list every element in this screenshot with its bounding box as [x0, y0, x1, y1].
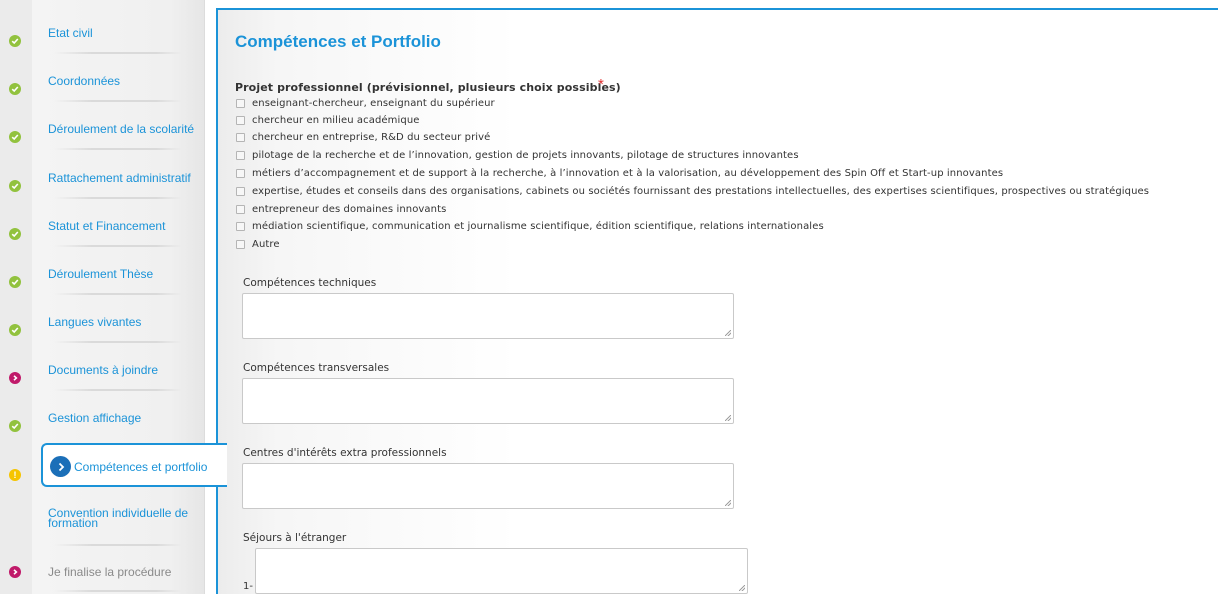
error-arrow-icon	[9, 372, 21, 384]
sidebar-item-finalise[interactable]: Je finalise la procédure	[32, 565, 204, 615]
divider	[54, 52, 182, 54]
option-label: chercheur en entreprise, R&D du secteur …	[252, 131, 491, 143]
technical-skills-label: Compétences techniques	[243, 277, 377, 289]
option-label: entrepreneur des domaines innovants	[252, 203, 447, 215]
option-expertise[interactable]: expertise, études et conseils dans des o…	[236, 184, 1149, 198]
check-icon	[9, 83, 21, 95]
divider	[54, 544, 182, 546]
option-mediation[interactable]: médiation scientifique, communication et…	[236, 219, 824, 233]
technical-skills-textarea[interactable]	[242, 293, 734, 339]
option-metiers-accompagnement[interactable]: métiers d’accompagnement et de support à…	[236, 166, 1003, 180]
resize-handle[interactable]	[725, 415, 731, 421]
sidebar-item-coordonnees[interactable]: Coordonnées	[32, 74, 204, 124]
stays-abroad-textarea[interactable]	[255, 548, 748, 594]
sidebar-item-langues[interactable]: Langues vivantes	[32, 315, 204, 365]
sidebar-item-scolarite[interactable]: Déroulement de la scolarité	[32, 122, 204, 172]
sidebar-item-label: Compétences et portfolio	[74, 460, 208, 474]
sidebar-item-convention[interactable]: Convention individuelle de formation	[32, 506, 204, 556]
divider	[54, 148, 182, 150]
sidebar-item-these[interactable]: Déroulement Thèse	[32, 267, 204, 317]
checkbox[interactable]	[236, 239, 245, 249]
required-marker: *	[598, 76, 604, 93]
option-label: enseignant-chercheur, enseignant du supé…	[252, 97, 495, 109]
option-pilotage[interactable]: pilotage de la recherche et de l’innovat…	[236, 148, 799, 162]
option-label: médiation scientifique, communication et…	[252, 220, 824, 232]
transversal-skills-label: Compétences transversales	[243, 362, 390, 374]
page-title: Compétences et Portfolio	[235, 32, 441, 51]
stays-abroad-label: Séjours à l'étranger	[243, 532, 347, 544]
check-icon	[9, 228, 21, 240]
resize-handle[interactable]	[725, 500, 731, 506]
check-icon	[9, 35, 21, 47]
sidebar-item-label: Gestion affichage	[48, 411, 142, 425]
transversal-skills-textarea[interactable]	[242, 378, 734, 424]
chevron-right-icon	[50, 456, 71, 477]
interests-label: Centres d'intérêts extra professionnels	[243, 447, 447, 459]
sidebar-item-label: Langues vivantes	[48, 315, 142, 329]
sidebar-item-label: Déroulement de la scolarité	[48, 122, 195, 136]
option-enseignant-chercheur[interactable]: enseignant-chercheur, enseignant du supé…	[236, 96, 495, 110]
checkbox[interactable]	[236, 186, 245, 196]
divider	[54, 293, 182, 295]
sidebar-item-rattachement[interactable]: Rattachement administratif	[32, 171, 204, 221]
option-label: pilotage de la recherche et de l’innovat…	[252, 149, 799, 161]
option-label: Autre	[252, 238, 280, 250]
option-chercheur-academique[interactable]: chercheur en milieu académique	[236, 113, 420, 127]
stay-index: 1-	[243, 581, 253, 592]
checkbox[interactable]	[236, 115, 245, 125]
status-column: !	[0, 0, 32, 594]
sidebar-item-label: Statut et Financement	[48, 219, 166, 233]
sidebar-item-statut[interactable]: Statut et Financement	[32, 219, 204, 269]
sidebar-item-label: Etat civil	[48, 26, 93, 40]
resize-handle[interactable]	[725, 330, 731, 336]
checkbox[interactable]	[236, 204, 245, 214]
error-arrow-icon	[9, 566, 21, 578]
check-icon	[9, 420, 21, 432]
sidebar-item-label: Je finalise la procédure	[48, 565, 172, 579]
sidebar-item-label: Rattachement administratif	[48, 171, 191, 185]
option-label: expertise, études et conseils dans des o…	[252, 185, 1150, 197]
checkbox[interactable]	[236, 168, 245, 178]
sidebar-item-label: Coordonnées	[48, 74, 121, 88]
option-label: métiers d’accompagnement et de support à…	[252, 167, 1004, 179]
sidebar-item-label: Convention individuelle de formation	[48, 506, 189, 530]
check-icon	[9, 131, 21, 143]
checkbox[interactable]	[236, 98, 245, 108]
checkbox[interactable]	[236, 132, 245, 142]
checkbox[interactable]	[236, 150, 245, 160]
check-icon	[9, 180, 21, 192]
option-entrepreneur[interactable]: entrepreneur des domaines innovants	[236, 202, 446, 216]
check-icon	[9, 324, 21, 336]
option-chercheur-entreprise[interactable]: chercheur en entreprise, R&D du secteur …	[236, 130, 490, 144]
sidebar-item-label: Documents à joindre	[48, 363, 159, 377]
sidebar-item-etat-civil[interactable]: Etat civil	[32, 26, 204, 76]
divider	[54, 100, 182, 102]
divider	[54, 245, 182, 247]
divider	[54, 590, 182, 592]
divider	[54, 389, 182, 391]
interests-textarea[interactable]	[242, 463, 734, 509]
checkbox[interactable]	[236, 221, 245, 231]
check-icon	[9, 276, 21, 288]
divider	[54, 341, 182, 343]
project-question-label: Projet professionnel (prévisionnel, plus…	[235, 81, 621, 94]
resize-handle[interactable]	[739, 585, 745, 591]
option-label: chercheur en milieu académique	[252, 114, 420, 126]
sidebar-item-documents[interactable]: Documents à joindre	[32, 363, 204, 413]
sidebar: Etat civil Coordonnées Déroulement de la…	[32, 0, 205, 594]
warning-icon: !	[9, 469, 21, 481]
sidebar-item-label: Déroulement Thèse	[48, 267, 154, 281]
divider	[54, 197, 182, 199]
option-autre[interactable]: Autre	[236, 237, 280, 251]
sidebar-item-competences[interactable]: Compétences et portfolio	[41, 443, 227, 487]
